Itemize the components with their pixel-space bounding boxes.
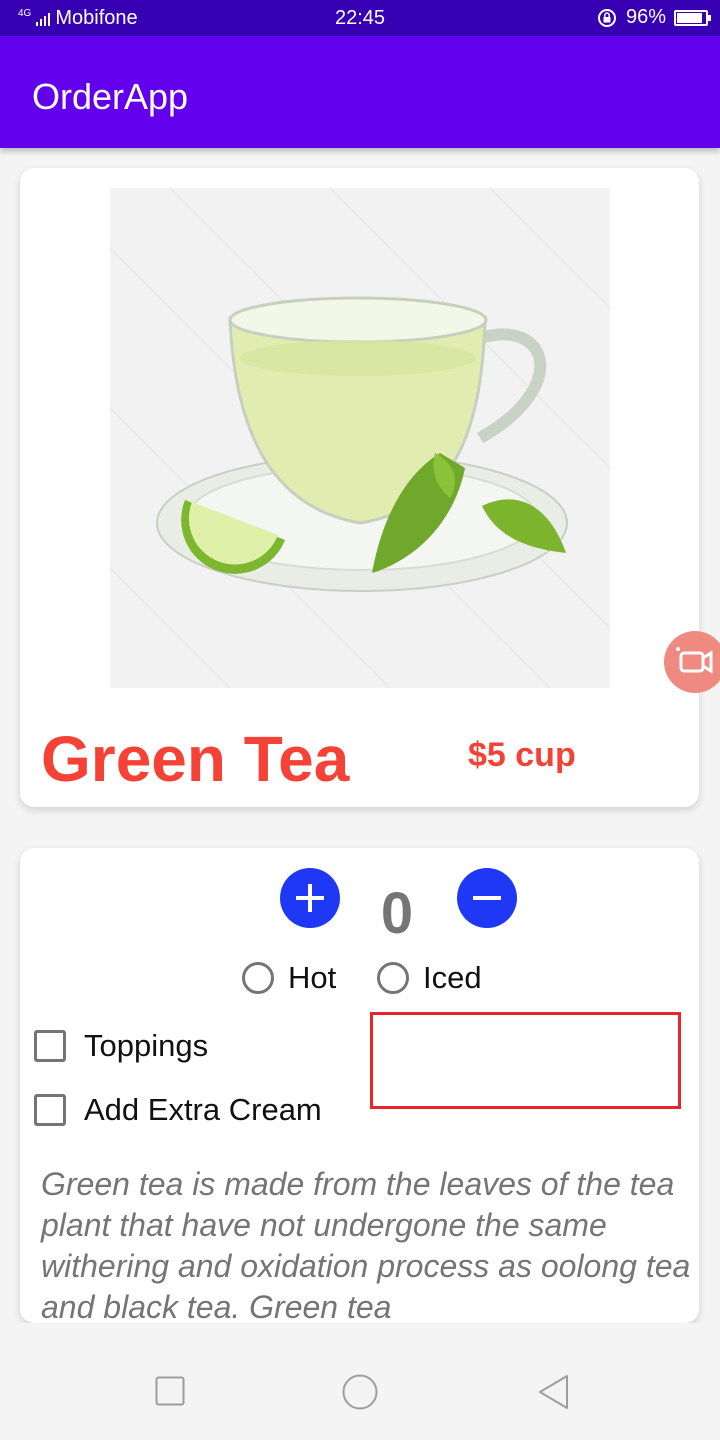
toppings-label: Toppings <box>84 1028 209 1063</box>
order-card: 0 Hot Iced Toppings Add Extra Cream Gree… <box>20 848 699 1323</box>
square-icon <box>155 1376 185 1406</box>
video-camera-icon <box>676 647 713 674</box>
battery-level-fill <box>677 12 702 23</box>
radio-hot-label: Hot <box>288 960 337 995</box>
extra-cream-checkbox[interactable] <box>34 1094 66 1126</box>
product-card: Green Tea $5 cup <box>20 168 699 807</box>
radio-hot-indicator[interactable] <box>242 962 274 994</box>
triangle-back-icon <box>539 1375 568 1409</box>
screen-record-button[interactable] <box>664 631 720 693</box>
radio-iced-indicator[interactable] <box>377 962 409 994</box>
status-right: 96% <box>596 6 711 29</box>
green-tea-cup-image <box>110 188 610 688</box>
circle-icon <box>342 1374 378 1410</box>
home-button[interactable] <box>342 1374 378 1415</box>
navigation-bar <box>0 1323 720 1440</box>
rotation-lock-icon <box>597 8 616 27</box>
toppings-checkbox[interactable] <box>34 1030 66 1062</box>
toppings-checkbox-row[interactable]: Toppings <box>34 1028 208 1064</box>
product-price: $5 cup <box>468 736 576 774</box>
quantity-value: 0 <box>380 881 414 946</box>
product-description: Green tea is made from the leaves of the… <box>41 1166 691 1323</box>
back-button[interactable] <box>537 1374 571 1415</box>
battery-percent: 96% <box>625 6 666 28</box>
app-title: OrderApp <box>32 76 189 117</box>
radio-hot[interactable]: Hot <box>242 960 336 996</box>
radio-iced[interactable]: Iced <box>377 960 482 996</box>
extra-cream-checkbox-row[interactable]: Add Extra Cream <box>34 1092 322 1128</box>
increase-quantity-button[interactable] <box>280 868 340 928</box>
radio-iced-label: Iced <box>423 960 482 995</box>
extra-cream-label: Add Extra Cream <box>84 1092 322 1127</box>
notes-input[interactable] <box>370 1012 681 1109</box>
recents-button[interactable] <box>155 1376 185 1411</box>
decrease-quantity-button[interactable] <box>457 868 517 928</box>
battery-icon <box>674 9 711 26</box>
app-bar: OrderApp <box>0 36 720 148</box>
product-name: Green Tea <box>41 723 350 795</box>
status-bar: 4G Mobifone 22:45 96% <box>0 0 720 36</box>
